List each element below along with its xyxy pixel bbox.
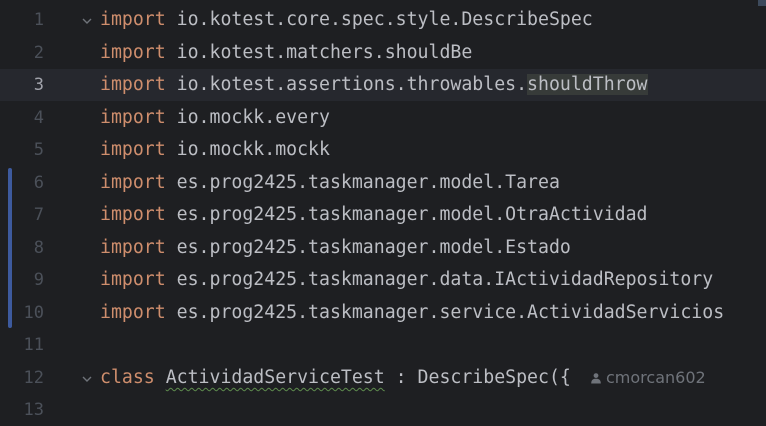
code-line-4[interactable]: 4 import io.mockk.every: [0, 102, 766, 134]
code-text: import io.mockk.mockk: [100, 139, 330, 160]
code-text: class ActividadServiceTest : DescribeSpe…: [100, 367, 571, 388]
code-text: import io.kotest.assertions.throwables.s…: [100, 74, 648, 95]
line-number: 11: [23, 335, 44, 355]
line-number: 13: [23, 400, 44, 420]
chevron-down-icon[interactable]: [80, 362, 94, 394]
code-line-9[interactable]: 9 import es.prog2425.taskmanager.data.IA…: [0, 264, 766, 296]
code-line-13[interactable]: 13: [0, 394, 766, 426]
code-text: import io.kotest.matchers.shouldBe: [100, 42, 473, 63]
code-line-1[interactable]: 1 import io.kotest.core.spec.style.Descr…: [0, 4, 766, 36]
author-hint[interactable]: cmorcan602: [590, 362, 706, 394]
code-text: import es.prog2425.taskmanager.service.A…: [100, 302, 725, 323]
code-line-6[interactable]: 6 import es.prog2425.taskmanager.model.T…: [0, 167, 766, 199]
line-number: 8: [33, 238, 44, 258]
line-number: 2: [33, 43, 44, 63]
code-line-3[interactable]: 3 import io.kotest.assertions.throwables…: [0, 69, 766, 101]
code-text: import es.prog2425.taskmanager.data.IAct…: [100, 269, 714, 290]
code-line-7[interactable]: 7 import es.prog2425.taskmanager.model.O…: [0, 199, 766, 231]
line-number: 6: [33, 173, 44, 193]
line-number: 9: [33, 270, 44, 290]
line-number: 12: [23, 368, 44, 388]
code-text: import io.kotest.core.spec.style.Describ…: [100, 9, 593, 30]
line-number: 1: [33, 10, 44, 30]
code-line-2[interactable]: 2 import io.kotest.matchers.shouldBe: [0, 37, 766, 69]
code-text: import io.mockk.every: [100, 107, 330, 128]
code-editor[interactable]: 1 import io.kotest.core.spec.style.Descr…: [0, 0, 766, 420]
line-number: 10: [23, 303, 44, 323]
line-number: 3: [33, 75, 44, 95]
author-name: cmorcan602: [606, 368, 706, 387]
user-icon: [591, 373, 601, 384]
code-line-11[interactable]: 11: [0, 329, 766, 361]
code-line-8[interactable]: 8 import es.prog2425.taskmanager.model.E…: [0, 232, 766, 264]
line-number: 4: [33, 108, 44, 128]
code-text: import es.prog2425.taskmanager.model.Est…: [100, 237, 571, 258]
code-line-12[interactable]: 12 class ActividadServiceTest : Describe…: [0, 362, 766, 394]
identifier-highlight: shouldThrow: [527, 74, 648, 95]
line-number: 7: [33, 205, 44, 225]
code-text: import es.prog2425.taskmanager.model.Tar…: [100, 172, 560, 193]
chevron-down-icon[interactable]: [80, 4, 94, 36]
code-line-10[interactable]: 10 import es.prog2425.taskmanager.servic…: [0, 297, 766, 329]
code-text: import es.prog2425.taskmanager.model.Otr…: [100, 204, 648, 225]
class-name: ActividadServiceTest: [165, 367, 385, 388]
code-line-5[interactable]: 5 import io.mockk.mockk: [0, 134, 766, 166]
line-number: 5: [33, 140, 44, 160]
